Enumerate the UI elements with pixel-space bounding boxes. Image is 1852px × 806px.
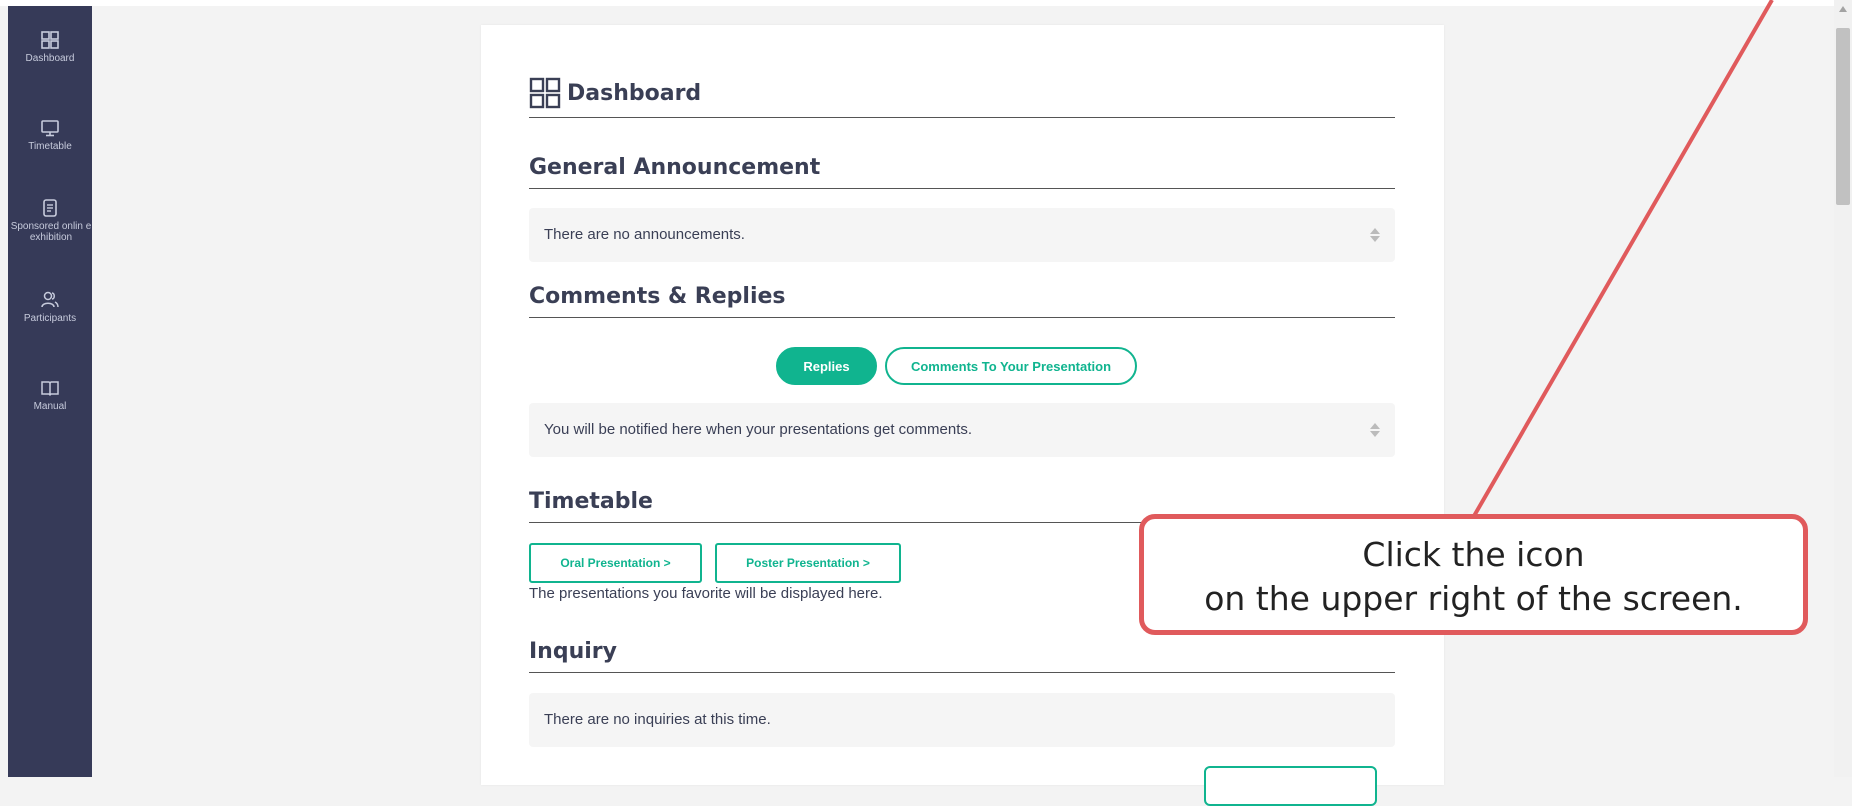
instruction-line-2: on the upper right of the screen. [1204,579,1743,618]
instruction-line-1: Click the icon [1362,535,1585,574]
annotation-arrow [1472,0,1774,518]
instruction-callout: Click the icon on the upper right of the… [1139,514,1808,635]
